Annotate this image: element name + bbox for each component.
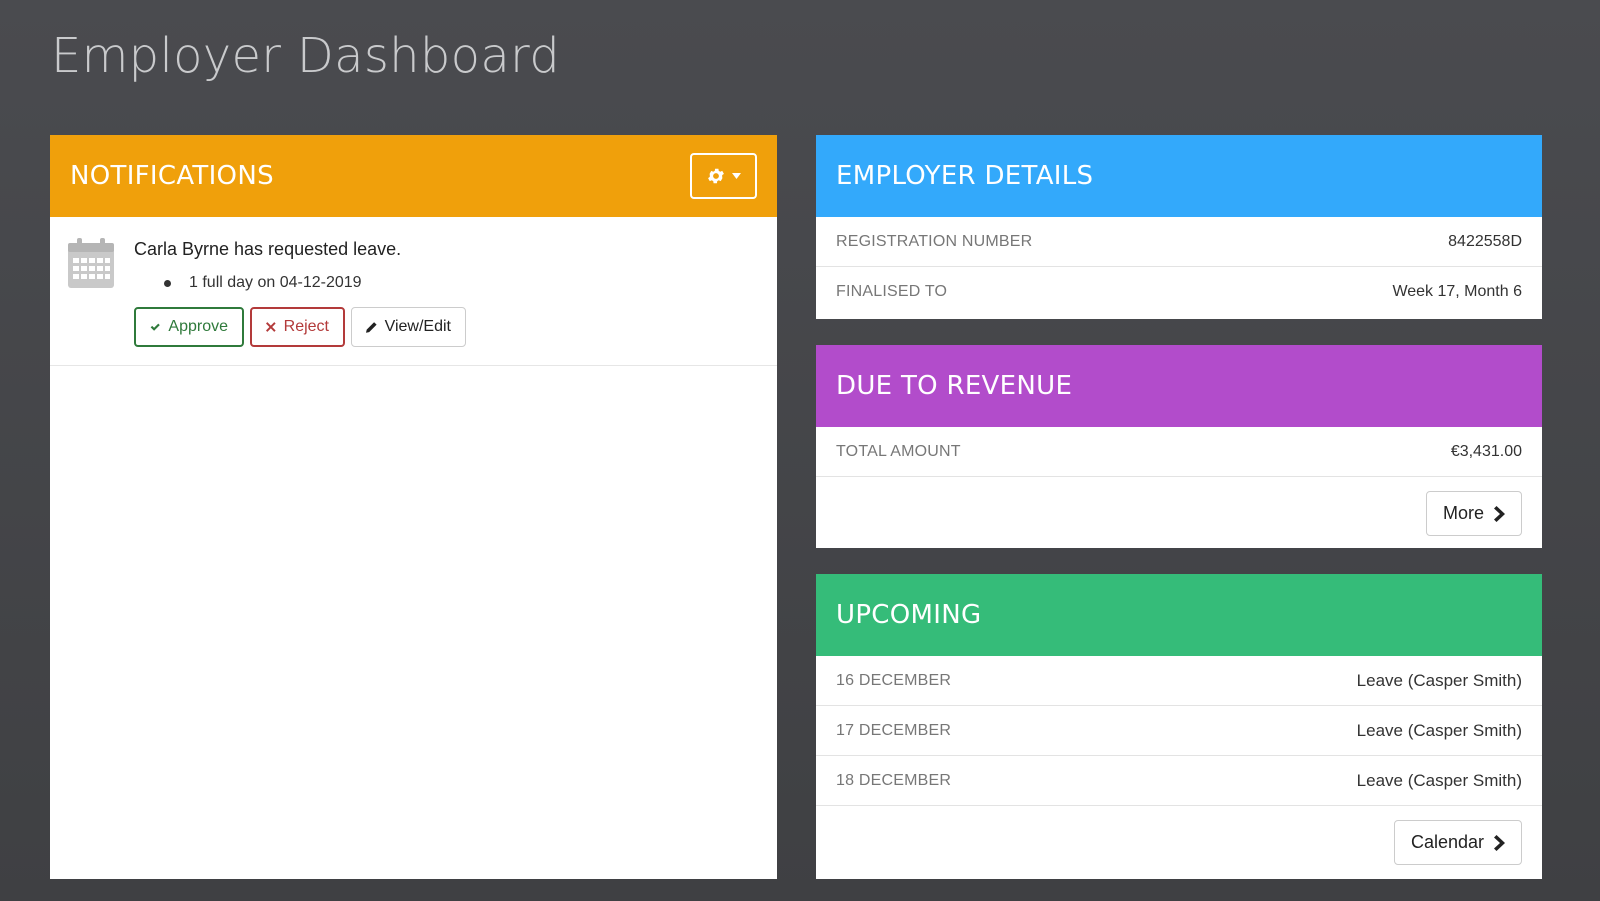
upcoming-date: 18 DECEMBER <box>836 771 952 789</box>
pencil-icon <box>366 321 377 333</box>
page-title: Employer Dashboard <box>51 28 561 84</box>
notification-title: Carla Byrne has requested leave. <box>134 239 402 259</box>
detail-row-finalised-to: FINALISED TO Week 17, Month 6 <box>816 267 1542 317</box>
upcoming-row: 17 DECEMBER Leave (Casper Smith) <box>816 706 1542 756</box>
x-icon <box>266 322 276 332</box>
employer-details-panel: EMPLOYER DETAILS REGISTRATION NUMBER 842… <box>816 135 1542 319</box>
notification-detail-text: 1 full day on 04-12-2019 <box>189 274 362 291</box>
more-button[interactable]: More <box>1425 491 1522 536</box>
notifications-panel: NOTIFICATIONS Carla Byrne has requested … <box>50 135 777 879</box>
upcoming-row: 18 DECEMBER Leave (Casper Smith) <box>816 756 1542 806</box>
notification-item: Carla Byrne has requested leave. 1 full … <box>50 217 777 366</box>
due-to-revenue-header: DUE TO REVENUE <box>816 345 1542 427</box>
calendar-icon <box>68 238 114 288</box>
detail-row-registration-number: REGISTRATION NUMBER 8422558D <box>816 217 1542 267</box>
chevron-right-icon <box>1494 505 1505 522</box>
reject-label: Reject <box>283 318 329 335</box>
total-amount-label: TOTAL AMOUNT <box>836 442 961 460</box>
upcoming-event: Leave (Casper Smith) <box>1356 670 1522 690</box>
upcoming-date: 17 DECEMBER <box>836 721 952 739</box>
revenue-row-total-amount: TOTAL AMOUNT €3,431.00 <box>816 427 1542 477</box>
upcoming-event: Leave (Casper Smith) <box>1356 770 1522 790</box>
registration-number-value: 8422558D <box>1448 232 1522 250</box>
view-edit-label: View/Edit <box>384 318 451 335</box>
due-to-revenue-panel: DUE TO REVENUE TOTAL AMOUNT €3,431.00 Mo… <box>816 345 1542 548</box>
upcoming-panel: UPCOMING 16 DECEMBER Leave (Casper Smith… <box>816 574 1542 879</box>
approve-button[interactable]: Approve <box>134 307 244 347</box>
finalised-to-label: FINALISED TO <box>836 283 948 300</box>
notification-detail: 1 full day on 04-12-2019 <box>164 274 759 292</box>
chevron-right-icon <box>1494 834 1505 851</box>
employer-details-header: EMPLOYER DETAILS <box>816 135 1542 217</box>
caret-down-icon <box>732 173 741 179</box>
upcoming-row: 16 DECEMBER Leave (Casper Smith) <box>816 656 1542 706</box>
notifications-header: NOTIFICATIONS <box>50 135 777 217</box>
notifications-title: NOTIFICATIONS <box>70 161 274 191</box>
approve-label: Approve <box>168 318 228 335</box>
bullet-icon <box>164 279 171 287</box>
gear-icon <box>708 168 724 184</box>
view-edit-button[interactable]: View/Edit <box>351 307 466 347</box>
notification-actions: Approve Reject View/Edit <box>134 307 759 347</box>
upcoming-header: UPCOMING <box>816 574 1542 656</box>
upcoming-event: Leave (Casper Smith) <box>1356 720 1522 740</box>
notifications-settings-button[interactable] <box>690 153 757 199</box>
reject-button[interactable]: Reject <box>250 307 345 347</box>
calendar-label: Calendar <box>1410 832 1484 852</box>
more-label: More <box>1442 503 1484 523</box>
registration-number-label: REGISTRATION NUMBER <box>836 232 1033 250</box>
finalised-to-value: Week 17, Month 6 <box>1392 283 1522 300</box>
calendar-button[interactable]: Calendar <box>1393 820 1522 865</box>
total-amount-value: €3,431.00 <box>1450 442 1522 460</box>
upcoming-date: 16 DECEMBER <box>836 671 952 689</box>
check-icon <box>150 323 160 331</box>
